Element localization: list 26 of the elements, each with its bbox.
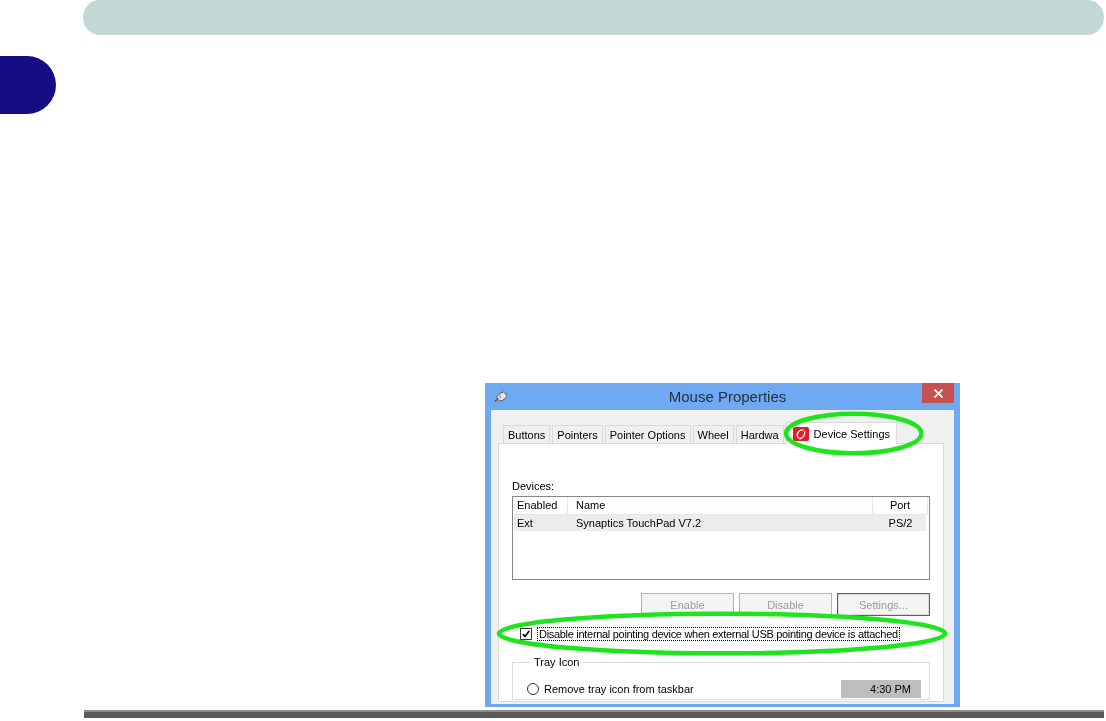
tab[interactable]: Hardwa (735, 425, 784, 444)
devices-label: Devices: (512, 480, 555, 493)
checkmark-icon (522, 630, 530, 638)
tab[interactable]: Buttons (503, 425, 551, 444)
table-cell-text: Ext (516, 516, 534, 531)
table-cell-text: PS/2 (887, 516, 914, 531)
chapter-marker (0, 56, 56, 114)
radio-label[interactable]: Remove tray icon from taskbar (544, 683, 841, 695)
table-row[interactable]: Ext Synaptics TouchPad V7.2 PS/2 (514, 515, 926, 531)
group-title: Tray Icon (533, 656, 581, 669)
swirl-icon (792, 426, 809, 441)
column-header[interactable]: Port (873, 497, 928, 514)
column-header[interactable]: Name (568, 497, 873, 514)
tab[interactable]: Device Settings (785, 422, 898, 444)
tab[interactable]: Pointer Options (604, 425, 691, 444)
checkbox-label[interactable]: Disable internal pointing device when external USB pointing device is attached (537, 627, 900, 641)
radio-button[interactable] (527, 683, 539, 695)
window-title: Mouse Properties (667, 387, 788, 407)
column-header[interactable]: Enabled (514, 497, 568, 514)
close-icon (933, 388, 943, 398)
table-cell-text: Synaptics TouchPad V7.2 (575, 516, 703, 531)
checkbox[interactable] (520, 628, 532, 640)
close-button[interactable] (922, 383, 954, 403)
clock-preview: 4:30 PM (841, 680, 921, 698)
tab[interactable]: Pointers (552, 425, 603, 444)
tab[interactable]: Wheel (692, 425, 734, 444)
